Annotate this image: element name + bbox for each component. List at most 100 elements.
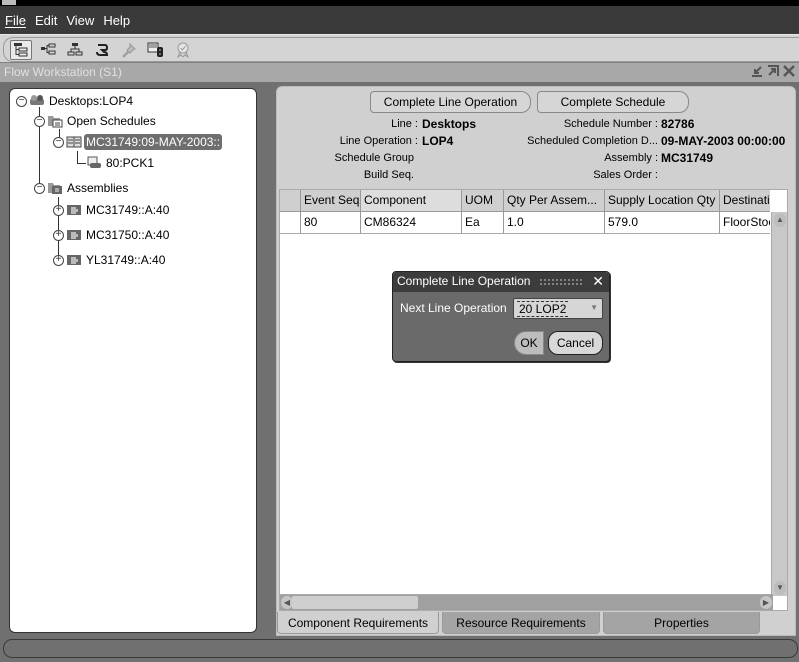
row-selector[interactable] bbox=[280, 212, 301, 233]
hierarchy-button[interactable] bbox=[64, 40, 86, 60]
cell-supply-location-qty[interactable]: 579.0 bbox=[605, 212, 720, 233]
tree-node-open-schedules[interactable]: − Open Schedules bbox=[34, 113, 158, 129]
cell-uom[interactable]: Ea bbox=[462, 212, 504, 233]
drag-grip-icon[interactable] bbox=[539, 278, 583, 286]
cancel-button[interactable]: Cancel bbox=[548, 331, 603, 355]
menu-edit[interactable]: Edit bbox=[30, 13, 61, 28]
column-header-selector[interactable] bbox=[280, 190, 301, 211]
refresh-button[interactable] bbox=[91, 40, 113, 60]
table-row[interactable]: 80 CM86324 Ea 1.0 579.0 FloorStoc bbox=[280, 212, 770, 234]
assembly-icon bbox=[67, 255, 81, 265]
dropdown-arrow-icon[interactable]: ▼ bbox=[590, 303, 598, 312]
tree-node-operation[interactable]: 80:PCK1 bbox=[86, 155, 156, 171]
collapse-icon[interactable]: − bbox=[34, 115, 45, 127]
system-menu-icon[interactable] bbox=[2, 0, 16, 5]
line-operation-label: Line Operation : bbox=[339, 135, 418, 147]
next-line-operation-label: Next Line Operation bbox=[400, 301, 507, 315]
build-seq-label: Build Seq. bbox=[363, 169, 414, 181]
schedule-group-label: Schedule Group bbox=[334, 152, 415, 164]
assembly-icon bbox=[67, 230, 81, 240]
complete-line-operation-dialog: Complete Line Operation ✕ Next Line Oper… bbox=[392, 271, 610, 362]
maximize-icon[interactable] bbox=[767, 64, 779, 80]
horizontal-scroll-thumb[interactable] bbox=[292, 596, 418, 609]
tree-node-label: Assemblies bbox=[67, 181, 129, 195]
ok-button[interactable]: OK bbox=[514, 331, 544, 355]
tree-line bbox=[77, 151, 78, 163]
cell-qty-per-assembly[interactable]: 1.0 bbox=[504, 212, 605, 233]
menu-bar: File Edit View Help bbox=[0, 6, 799, 34]
tree-node-label: Desktops:LOP4 bbox=[49, 94, 134, 108]
tree-node-schedule[interactable]: − MC31749:09-MAY-2003:: bbox=[53, 134, 223, 150]
cell-component[interactable]: CM86324 bbox=[361, 212, 462, 233]
expand-icon[interactable]: + bbox=[53, 204, 64, 216]
complete-line-operation-button[interactable]: Complete Line Operation bbox=[370, 91, 531, 113]
tree-node-label: MC31749:09-MAY-2003:: bbox=[84, 134, 223, 150]
scroll-up-icon[interactable]: ▲ bbox=[774, 213, 786, 227]
tab-resource-requirements[interactable]: Resource Requirements bbox=[442, 612, 600, 634]
operation-icon bbox=[87, 156, 101, 168]
pin-button[interactable] bbox=[118, 40, 140, 60]
window-title-bar: Flow Workstation (S1) bbox=[0, 62, 799, 82]
table-header: Event Seq Component UOM Qty Per Assem...… bbox=[280, 190, 770, 212]
column-header-event-seq[interactable]: Event Seq bbox=[301, 190, 361, 211]
column-header-destination[interactable]: Destinati bbox=[720, 190, 770, 211]
tree-node-label: MC31750::A:40 bbox=[86, 228, 170, 242]
cell-destination[interactable]: FloorStoc bbox=[720, 212, 770, 233]
menu-view[interactable]: View bbox=[61, 13, 98, 28]
expand-icon[interactable]: + bbox=[53, 229, 64, 241]
selected-value: 20 LOP2 bbox=[517, 301, 569, 317]
close-icon[interactable] bbox=[783, 64, 795, 80]
tree-node-label: MC31749::A:40 bbox=[86, 203, 170, 217]
horizontal-tree-button[interactable] bbox=[37, 40, 59, 60]
scroll-down-icon[interactable]: ▼ bbox=[774, 581, 786, 595]
tree-node-assembly[interactable]: + MC31750::A:40 bbox=[53, 227, 171, 243]
schedule-number-value: 82786 bbox=[661, 117, 695, 131]
tree-node-assemblies[interactable]: − Assemblies bbox=[34, 180, 130, 196]
tab-component-requirements[interactable]: Component Requirements bbox=[277, 612, 439, 634]
tree-node-assembly[interactable]: + MC31749::A:40 bbox=[53, 202, 171, 218]
detail-tabs: Component Requirements Resource Requirem… bbox=[277, 612, 767, 634]
horizontal-scrollbar[interactable]: ◀ ▶ bbox=[280, 594, 773, 610]
sales-order-label: Sales Order : bbox=[593, 169, 658, 181]
vertical-scrollbar[interactable]: ▲ ▼ bbox=[771, 212, 787, 596]
menu-file[interactable]: File bbox=[0, 13, 30, 28]
tree-view-icon bbox=[14, 42, 28, 56]
scheduled-completion-label: Scheduled Completion D... bbox=[527, 135, 658, 147]
award-button[interactable] bbox=[172, 40, 194, 60]
scroll-right-icon[interactable]: ▶ bbox=[760, 596, 772, 609]
minimize-icon[interactable] bbox=[751, 64, 763, 80]
expand-icon[interactable]: + bbox=[53, 254, 64, 266]
tab-properties[interactable]: Properties bbox=[603, 612, 760, 634]
collapse-icon[interactable]: − bbox=[53, 136, 64, 148]
production-line-icon bbox=[30, 95, 44, 105]
line-label: Line : bbox=[391, 118, 418, 130]
horizontal-tree-icon bbox=[41, 43, 56, 54]
pushpin-icon bbox=[122, 42, 136, 58]
schedule-icon bbox=[66, 136, 82, 148]
tree-node-root[interactable]: − Desktops:LOP4 bbox=[16, 93, 135, 109]
column-header-uom[interactable]: UOM bbox=[462, 190, 504, 211]
monitor-button[interactable] bbox=[145, 40, 167, 60]
next-line-operation-select[interactable]: 20 LOP2 ▼ bbox=[513, 298, 603, 319]
collapse-icon[interactable]: − bbox=[34, 182, 45, 194]
complete-schedule-button[interactable]: Complete Schedule bbox=[537, 91, 689, 113]
schedule-folder-icon bbox=[48, 116, 63, 128]
collapse-icon[interactable]: − bbox=[16, 95, 27, 107]
tree-node-assembly[interactable]: + YL31749::A:40 bbox=[53, 252, 167, 268]
dialog-close-icon[interactable]: ✕ bbox=[592, 273, 604, 290]
column-header-supply-location-qty[interactable]: Supply Location Qty bbox=[605, 190, 720, 211]
column-header-component[interactable]: Component bbox=[361, 190, 462, 211]
assembly-icon bbox=[67, 205, 81, 215]
window-title: Flow Workstation (S1) bbox=[4, 65, 122, 79]
assembly-label: Assembly : bbox=[604, 152, 658, 164]
menu-help[interactable]: Help bbox=[98, 13, 134, 28]
line-value: Desktops bbox=[422, 117, 477, 131]
component-requirements-table: Event Seq Component UOM Qty Per Assem...… bbox=[279, 189, 788, 611]
cell-event-seq[interactable]: 80 bbox=[301, 212, 361, 233]
refresh-icon bbox=[96, 43, 109, 56]
line-operation-value: LOP4 bbox=[422, 134, 454, 148]
tree-node-label: Open Schedules bbox=[67, 114, 156, 128]
toolbar bbox=[0, 34, 799, 62]
tree-view-button[interactable] bbox=[10, 39, 32, 60]
column-header-qty-per-assembly[interactable]: Qty Per Assem... bbox=[504, 190, 605, 211]
